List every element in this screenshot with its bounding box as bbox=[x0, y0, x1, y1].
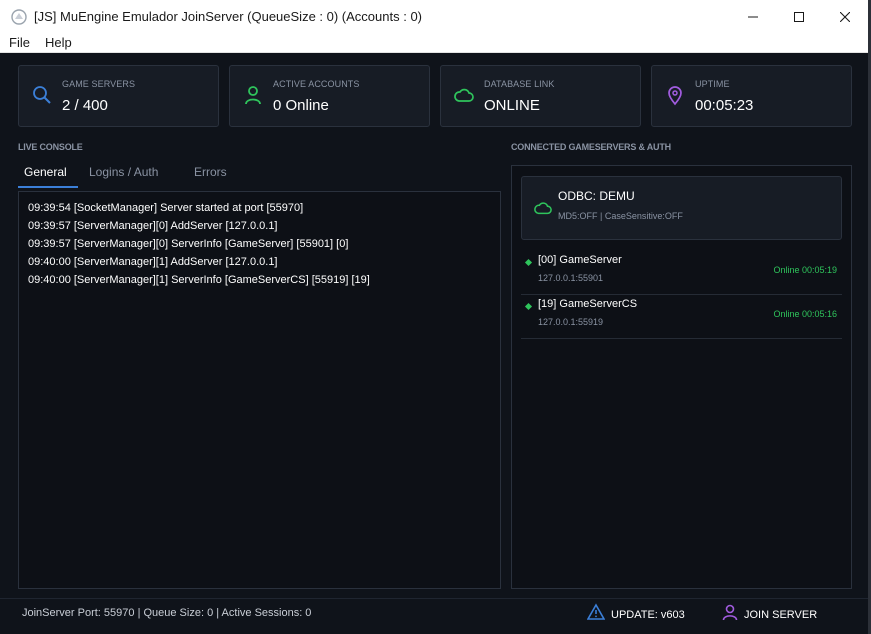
menu-file[interactable]: File bbox=[0, 35, 37, 50]
server-row[interactable]: [00] GameServer 127.0.0.1:55901 Online 0… bbox=[521, 251, 842, 295]
odbc-status-card: ODBC: DEMU MD5:OFF | CaseSensitive:OFF bbox=[521, 176, 842, 240]
odbc-subtitle: MD5:OFF | CaseSensitive:OFF bbox=[558, 211, 683, 221]
cloud-icon bbox=[453, 84, 475, 106]
status-bar: JoinServer Port: 55970 | Queue Size: 0 |… bbox=[0, 598, 868, 634]
connected-servers-label: CONNECTED GAMESERVERS & AUTH bbox=[511, 142, 671, 152]
maximize-icon bbox=[794, 11, 804, 22]
minimize-button[interactable] bbox=[730, 0, 776, 33]
update-button[interactable]: UPDATE: v603 bbox=[586, 603, 685, 626]
server-address: 127.0.0.1:55919 bbox=[538, 317, 604, 327]
log-line: 09:39:57 [ServerManager][0] AddServer [1… bbox=[28, 220, 278, 232]
window-title: [JS] MuEngine Emulador JoinServer (Queue… bbox=[34, 9, 423, 24]
card-value: 00:05:23 bbox=[695, 97, 754, 114]
location-pin-icon bbox=[664, 84, 686, 106]
card-value: 2 / 400 bbox=[62, 97, 108, 114]
server-row[interactable]: [19] GameServerCS 127.0.0.1:55919 Online… bbox=[521, 295, 842, 339]
user-icon bbox=[242, 84, 264, 106]
log-line: 09:39:54 [SocketManager] Server started … bbox=[28, 202, 304, 214]
search-icon bbox=[31, 84, 53, 106]
status-text: JoinServer Port: 55970 | Queue Size: 0 |… bbox=[22, 607, 312, 619]
card-database-link: DATABASE LINK ONLINE bbox=[440, 65, 641, 127]
minimize-icon bbox=[748, 16, 758, 17]
tab-logins-auth[interactable]: Logins / Auth bbox=[78, 160, 183, 188]
join-server-button[interactable]: JOIN SERVER bbox=[721, 603, 817, 626]
card-label: DATABASE LINK bbox=[484, 79, 555, 89]
server-name: [00] GameServer bbox=[538, 254, 622, 266]
app-window: [JS] MuEngine Emulador JoinServer (Queue… bbox=[0, 0, 868, 634]
connected-servers-panel: ODBC: DEMU MD5:OFF | CaseSensitive:OFF [… bbox=[511, 165, 852, 589]
tab-general[interactable]: General bbox=[18, 160, 78, 188]
live-console-label: LIVE CONSOLE bbox=[18, 142, 83, 152]
card-label: ACTIVE ACCOUNTS bbox=[273, 79, 360, 89]
title-bar[interactable]: [JS] MuEngine Emulador JoinServer (Queue… bbox=[0, 0, 868, 33]
log-line: 09:40:00 [ServerManager][1] ServerInfo [… bbox=[28, 274, 370, 286]
card-value: 0 Online bbox=[273, 97, 329, 114]
join-server-label: JOIN SERVER bbox=[744, 608, 818, 621]
card-label: GAME SERVERS bbox=[62, 79, 136, 89]
menu-help[interactable]: Help bbox=[37, 35, 79, 50]
close-icon bbox=[840, 11, 850, 22]
console-tabs: General Logins / Auth Errors bbox=[18, 160, 243, 188]
update-label: UPDATE: v603 bbox=[611, 608, 685, 621]
menu-bar: File Help bbox=[0, 33, 868, 53]
card-value: ONLINE bbox=[484, 97, 540, 114]
status-dot-icon bbox=[524, 302, 533, 311]
maximize-button[interactable] bbox=[776, 0, 822, 33]
server-name: [19] GameServerCS bbox=[538, 298, 638, 310]
card-uptime: UPTIME 00:05:23 bbox=[651, 65, 852, 127]
warning-triangle-icon bbox=[586, 603, 606, 626]
cloud-icon bbox=[533, 199, 553, 222]
tab-errors[interactable]: Errors bbox=[183, 160, 243, 188]
user-icon bbox=[721, 603, 739, 626]
status-dot-icon bbox=[524, 258, 533, 267]
odbc-title: ODBC: DEMU bbox=[558, 189, 635, 203]
card-active-accounts: ACTIVE ACCOUNTS 0 Online bbox=[229, 65, 430, 127]
log-line: 09:40:00 [ServerManager][1] AddServer [1… bbox=[28, 256, 278, 268]
server-address: 127.0.0.1:55901 bbox=[538, 273, 604, 283]
card-label: UPTIME bbox=[695, 79, 730, 89]
app-logo-icon bbox=[10, 8, 28, 26]
card-game-servers: GAME SERVERS 2 / 400 bbox=[18, 65, 219, 127]
server-status: Online 00:05:16 bbox=[773, 309, 837, 319]
log-line: 09:39:57 [ServerManager][0] ServerInfo [… bbox=[28, 238, 349, 250]
close-button[interactable] bbox=[822, 0, 868, 33]
server-status: Online 00:05:19 bbox=[773, 265, 837, 275]
console-log[interactable]: 09:39:54 [SocketManager] Server started … bbox=[18, 191, 501, 589]
